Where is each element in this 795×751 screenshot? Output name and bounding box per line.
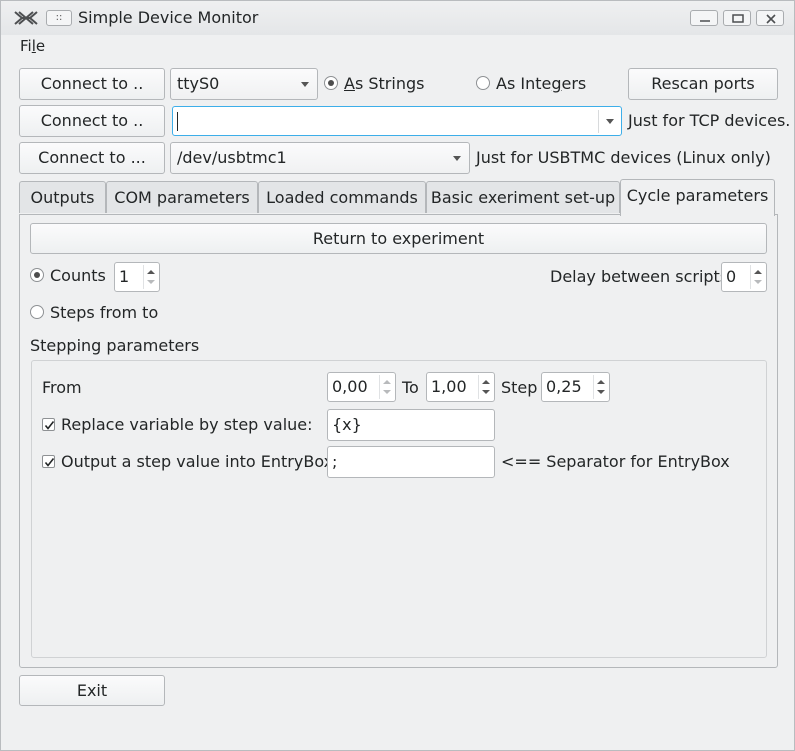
output-step-label[interactable]: Output a step value into EntryBox — [61, 452, 333, 471]
minimize-button[interactable] — [690, 10, 718, 26]
to-label: To — [402, 378, 419, 397]
step-label: Step — [501, 378, 538, 397]
spin-down-icon[interactable] — [482, 390, 490, 394]
spin-separator — [478, 375, 479, 399]
to-value: 1,00 — [431, 377, 467, 396]
connect-tcp-button[interactable]: Connect to .. — [19, 105, 165, 137]
exit-button[interactable]: Exit — [19, 675, 165, 706]
step-spinbox[interactable]: 0,25 — [541, 372, 610, 402]
spin-down-icon[interactable] — [383, 390, 391, 394]
delay-spinbox[interactable]: 0 — [721, 262, 767, 292]
as-strings-label[interactable]: As Strings — [344, 74, 424, 93]
delay-value: 0 — [726, 267, 737, 286]
counts-value: 1 — [119, 267, 130, 286]
stepping-parameters-title: Stepping parameters — [30, 336, 200, 355]
spin-separator — [750, 265, 751, 289]
counts-radio[interactable] — [30, 268, 44, 282]
as-integers-label[interactable]: As Integers — [496, 74, 586, 93]
connect-serial-button[interactable]: Connect to .. — [19, 68, 165, 100]
tcp-address-combo[interactable] — [172, 106, 622, 136]
combo-separator — [598, 110, 599, 133]
separator-field[interactable]: ; — [327, 446, 495, 478]
separator-hint: <== Separator for EntryBox — [501, 452, 730, 471]
as-strings-radio[interactable] — [324, 76, 338, 90]
tab-outputs[interactable]: Outputs — [19, 181, 106, 213]
delay-label: Delay between scripts — [550, 267, 729, 286]
tcp-hint: Just for TCP devices. — [628, 111, 791, 130]
steps-radio[interactable] — [30, 305, 44, 319]
chevron-down-icon[interactable] — [606, 119, 614, 124]
output-step-checkbox[interactable] — [42, 455, 55, 468]
window-menu-button[interactable]: :: — [46, 10, 72, 26]
counts-label[interactable]: Counts — [50, 266, 106, 285]
spin-separator — [379, 375, 380, 399]
from-value: 0,00 — [332, 377, 368, 396]
checkmark-icon — [44, 421, 55, 430]
from-spinbox[interactable]: 0,00 — [327, 372, 396, 402]
menu-bar: File — [1, 35, 794, 59]
steps-label[interactable]: Steps from to — [50, 303, 158, 322]
app-icon — [14, 11, 38, 25]
spin-up-icon[interactable] — [383, 380, 391, 384]
spin-up-icon[interactable] — [754, 270, 762, 274]
chevron-down-icon — [453, 156, 461, 161]
spin-separator — [143, 265, 144, 289]
replace-variable-field[interactable]: {x} — [327, 409, 495, 441]
close-button[interactable] — [756, 10, 784, 26]
text-caret — [177, 112, 178, 131]
spin-down-icon[interactable] — [754, 280, 762, 284]
to-spinbox[interactable]: 1,00 — [426, 372, 495, 402]
connect-usbtmc-button[interactable]: Connect to ... — [19, 142, 165, 174]
checkmark-icon — [44, 458, 55, 467]
spin-up-icon[interactable] — [482, 380, 490, 384]
serial-port-combo[interactable]: ttyS0 — [170, 68, 318, 100]
as-integers-radio[interactable] — [476, 76, 490, 90]
spin-down-icon[interactable] — [147, 280, 155, 284]
window-title: Simple Device Monitor — [78, 8, 259, 27]
chevron-down-icon — [301, 82, 309, 87]
title-bar[interactable]: :: Simple Device Monitor — [1, 1, 794, 35]
from-label: From — [42, 378, 82, 397]
usbtmc-device-combo[interactable]: /dev/usbtmc1 — [170, 142, 470, 174]
spin-up-icon[interactable] — [147, 270, 155, 274]
tab-loaded-commands[interactable]: Loaded commands — [258, 181, 426, 213]
usbtmc-hint: Just for USBTMC devices (Linux only) — [476, 148, 771, 167]
spin-up-icon[interactable] — [597, 380, 605, 384]
tab-cycle-parameters[interactable]: Cycle parameters — [620, 179, 775, 216]
step-value: 0,25 — [546, 377, 582, 396]
serial-port-value: ttyS0 — [177, 74, 220, 93]
stepping-parameters-group — [31, 360, 767, 658]
tab-com-parameters[interactable]: COM parameters — [106, 181, 258, 213]
replace-variable-label[interactable]: Replace variable by step value: — [61, 415, 313, 434]
spin-down-icon[interactable] — [597, 390, 605, 394]
maximize-icon — [732, 14, 744, 23]
counts-spinbox[interactable]: 1 — [114, 262, 160, 292]
usbtmc-device-value: /dev/usbtmc1 — [177, 148, 287, 167]
return-to-experiment-button[interactable]: Return to experiment — [30, 223, 767, 254]
main-window: :: Simple Device Monitor File Connect to… — [0, 0, 795, 751]
tab-basic-experiment-setup[interactable]: Basic exeriment set-up — [426, 181, 620, 213]
minimize-icon — [700, 20, 710, 22]
maximize-button[interactable] — [723, 10, 751, 26]
close-icon — [766, 14, 776, 24]
menu-file[interactable]: File — [20, 37, 45, 55]
spin-separator — [593, 375, 594, 399]
replace-variable-checkbox[interactable] — [42, 418, 55, 431]
rescan-ports-button[interactable]: Rescan ports — [628, 68, 778, 100]
